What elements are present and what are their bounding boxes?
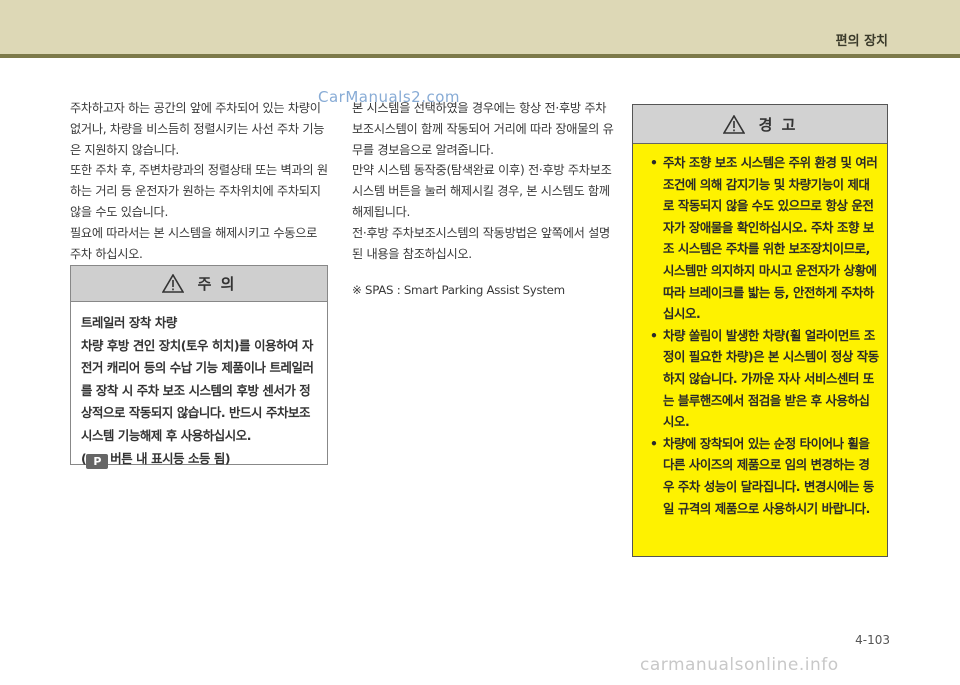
section-title: 편의 장치 [835, 34, 888, 49]
warning-title: 경 고 [758, 115, 798, 134]
header-band [0, 0, 960, 54]
caution-icon-note: (P 버튼 내 표시등 소등 됨) [81, 448, 317, 471]
warning-triangle-icon [722, 114, 745, 134]
warning-list: 주차 조향 보조 시스템은 주위 환경 및 여러 조건에 의해 감지기능 및 차… [641, 152, 879, 519]
spas-note: ※ SPAS : Smart Parking Assist System [352, 283, 565, 298]
paragraph: 주차하고자 하는 공간의 앞에 주차되어 있는 차량이 없거나, 차량을 비스듬… [70, 101, 325, 157]
warning-item: 차량 쏠림이 발생한 차량(휠 얼라이먼트 조정이 필요한 차량)은 본 시스템… [641, 325, 879, 433]
watermark-top: CarManuals2.com [318, 88, 461, 106]
caution-title: 주 의 [197, 275, 237, 293]
parking-button-icon: P [86, 454, 109, 470]
warning-header: 경 고 [633, 105, 887, 144]
paragraph: 본 시스템을 선택하였을 경우에는 항상 전·후방 주차보조시스템이 함께 작동… [352, 101, 614, 157]
caution-box: 주 의 트레일러 장착 차량 차량 후방 견인 장치(토우 히치)를 이용하여 … [70, 265, 328, 470]
paragraph: 전·후방 주차보조시스템의 작동방법은 앞쪽에서 설명된 내용을 참조하십시오. [352, 225, 610, 261]
middle-column: 본 시스템을 선택하였을 경우에는 항상 전·후방 주차보조시스템이 함께 작동… [352, 98, 614, 301]
page-number: 4-103 [855, 633, 890, 647]
warning-item: 차량에 장착되어 있는 순정 타이어나 휠을 다른 사이즈의 제품으로 임의 변… [641, 433, 879, 519]
left-column: 주차하고자 하는 공간의 앞에 주차되어 있는 차량이 없거나, 차량을 비스듬… [70, 98, 330, 264]
watermark-bottom: carmanualsonline.info [640, 655, 839, 675]
caution-body: 트레일러 장착 차량 차량 후방 견인 장치(토우 히치)를 이용하여 자전거 … [71, 302, 327, 470]
warning-body: 주차 조향 보조 시스템은 주위 환경 및 여러 조건에 의해 감지기능 및 차… [633, 144, 887, 519]
paragraph: 또한 주차 후, 주변차량과의 정렬상태 또는 벽과의 원하는 거리 등 운전자… [70, 163, 328, 219]
warning-box: 경 고 주차 조향 보조 시스템은 주위 환경 및 여러 조건에 의해 감지기능… [632, 104, 888, 557]
caution-icon-note-text: 버튼 내 표시등 소등 됨) [110, 450, 231, 466]
caution-text: 차량 후방 견인 장치(토우 히치)를 이용하여 자전거 캐리어 등의 수납 기… [81, 337, 314, 443]
paragraph: 만약 시스템 동작중(탐색완료 이후) 전·후방 주차보조 시스템 버튼을 눌러… [352, 163, 612, 219]
warning-item: 주차 조향 보조 시스템은 주위 환경 및 여러 조건에 의해 감지기능 및 차… [641, 152, 879, 325]
caution-subtitle: 트레일러 장착 차량 [81, 315, 177, 330]
paragraph: 필요에 따라서는 본 시스템을 해제시키고 수동으로 주차 하십시오. [70, 225, 318, 261]
header-divider [0, 54, 960, 58]
warning-triangle-icon [161, 274, 184, 293]
caution-header: 주 의 [71, 266, 327, 302]
